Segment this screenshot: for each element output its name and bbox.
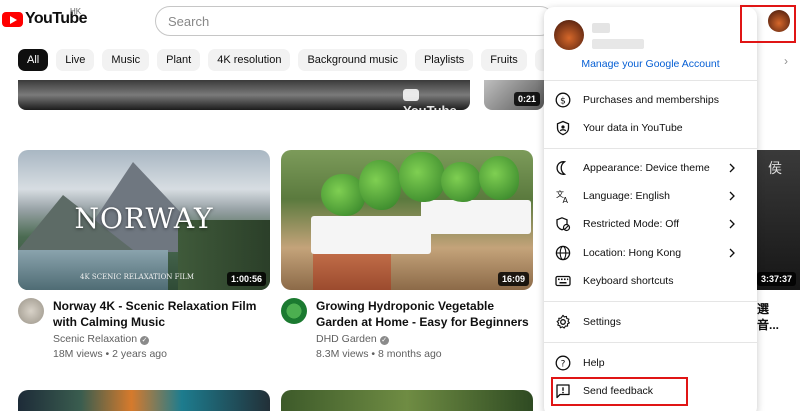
menu-item-label: Help [583,357,605,369]
redacted-handle [592,39,644,49]
account-menu: Manage your Google Account $ Purchases a… [544,7,757,411]
svg-text:A: A [563,196,569,204]
avatar-highlight-box [740,5,796,43]
chevron-right-icon [729,219,735,229]
menu-item-help[interactable]: ? Help [544,349,757,377]
manage-google-account-link[interactable]: Manage your Google Account [544,58,757,70]
chip-background-music[interactable]: Background music [298,49,407,71]
duration-badge: 1:00:56 [226,272,266,286]
menu-item-label: Purchases and memberships [583,94,719,106]
menu-divider [544,342,757,343]
channel-name[interactable]: DHD Garden [316,333,377,345]
verified-icon: ✓ [379,336,389,345]
chevron-right-icon [729,163,735,173]
video-thumbnail-partial[interactable] [281,390,533,411]
svg-text:$: $ [560,97,566,107]
chip-music[interactable]: Music [102,49,150,71]
duration-badge: 3:37:37 [756,272,796,286]
search-input[interactable]: Search [155,6,555,36]
video-title[interactable]: Growing Hydroponic Vegetable Garden at H… [316,298,533,330]
menu-item-keyboard-shortcuts[interactable]: Keyboard shortcuts [544,267,757,295]
menu-item-location[interactable]: Location: Hong Kong [544,239,757,267]
video-card[interactable]: NORWAY 4K SCENIC RELAXATION FILM 1:00:56… [18,150,270,360]
help-icon: ? [555,355,571,371]
chip-playlists[interactable]: Playlists [414,49,474,71]
verified-icon: ✓ [140,336,150,345]
chevron-right-icon [729,191,735,201]
video-thumbnail-partial[interactable]: YouTube [18,80,470,110]
menu-item-language[interactable]: 文A Language: English [544,182,757,210]
menu-divider [544,80,757,81]
region-label: HK [70,7,82,16]
video-meta: Norway 4K - Scenic Relaxation Film with … [18,298,270,360]
channel-name[interactable]: Scenic Relaxation [53,333,137,345]
restricted-icon [555,216,571,232]
filter-chips: All Live Music Plant 4K resolution Backg… [18,49,586,71]
chip-plant[interactable]: Plant [157,49,201,71]
menu-item-appearance[interactable]: Appearance: Device theme [544,154,757,182]
menu-item-settings[interactable]: Settings [544,308,757,336]
chevron-right-icon [729,248,735,258]
video-thumbnail[interactable]: NORWAY 4K SCENIC RELAXATION FILM 1:00:56 [18,150,270,290]
video-title[interactable]: Norway 4K - Scenic Relaxation Film with … [53,298,270,330]
menu-item-label: Settings [583,316,621,328]
channel-avatar[interactable] [18,298,44,324]
moon-icon [555,160,571,176]
video-title-partial[interactable]: 音... [757,316,779,333]
menu-divider [544,301,757,302]
menu-item-label: Keyboard shortcuts [583,275,674,287]
menu-item-label: Location: Hong Kong [583,247,682,259]
youtube-page: YouTube HK Search All Live Music Plant 4… [0,0,800,411]
video-card[interactable]: 16:09 Growing Hydroponic Vegetable Garde… [281,150,533,360]
chevron-right-icon[interactable]: › [784,54,788,68]
chip-live[interactable]: Live [56,49,95,71]
chip-fruits[interactable]: Fruits [481,49,527,71]
translate-icon: 文A [555,188,571,204]
menu-item-label: Language: English [583,190,670,202]
youtube-watermark: YouTube [403,88,470,110]
globe-icon [555,245,571,261]
keyboard-icon [555,273,571,289]
video-meta: Growing Hydroponic Vegetable Garden at H… [281,298,533,360]
menu-item-label: Appearance: Device theme [583,162,710,174]
video-title-partial[interactable]: 選 [757,300,769,317]
svg-text:?: ? [561,360,566,370]
menu-avatar [554,20,584,50]
menu-item-your-data[interactable]: Your data in YouTube [544,114,757,142]
thumbnail-title: NORWAY [74,202,214,235]
video-thumbnail-partial[interactable]: 0:21 [484,80,544,110]
video-thumbnail-partial[interactable] [18,390,270,411]
thumbnail-text: 侯 [768,161,782,177]
menu-divider [544,148,757,149]
duration-badge: 16:09 [497,272,529,286]
send-feedback-highlight-box [551,377,688,406]
gear-icon [555,314,571,330]
dollar-icon: $ [555,92,571,108]
menu-item-restricted-mode[interactable]: Restricted Mode: Off [544,210,757,238]
menu-item-label: Your data in YouTube [583,122,683,134]
thumbnail-subtitle: 4K SCENIC RELAXATION FILM [80,273,195,281]
play-logo-icon [2,11,23,27]
menu-item-label: Restricted Mode: Off [583,218,680,230]
chip-4k-resolution[interactable]: 4K resolution [208,49,291,71]
youtube-logo[interactable]: YouTube HK [2,7,87,28]
menu-item-purchases[interactable]: $ Purchases and memberships [544,86,757,114]
chip-all[interactable]: All [18,49,49,71]
video-thumbnail[interactable]: 16:09 [281,150,533,290]
search-placeholder: Search [168,13,210,29]
duration-badge: 0:21 [513,92,540,106]
video-stats: 8.3M views • 8 months ago [316,348,442,360]
video-stats: 18M views • 2 years ago [53,348,167,360]
channel-avatar[interactable] [281,298,307,324]
redacted-name [592,23,610,33]
shield-person-icon [555,120,571,136]
